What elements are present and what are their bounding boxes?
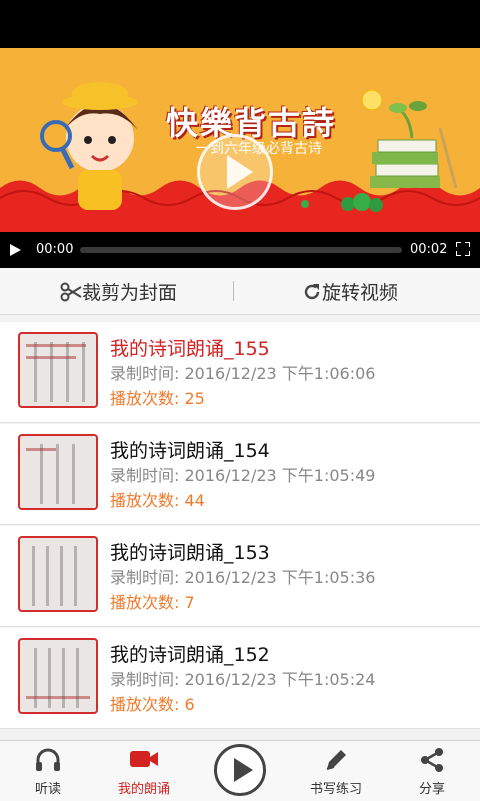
current-time: 00:00	[36, 242, 74, 257]
divider	[233, 281, 234, 301]
share-icon	[421, 748, 443, 772]
nav-my-recital-label: 我的朗诵	[117, 782, 170, 797]
recording-title: 我的诗词朗诵_154	[110, 440, 270, 462]
recording-time: 录制时间: 2016/12/23 下午1:05:24	[110, 670, 376, 689]
nav-writing-label: 书写练习	[309, 782, 362, 797]
nav-listen-label: 听读	[34, 782, 61, 797]
pencil-icon	[326, 750, 346, 770]
nav-share-label: 分享	[418, 782, 445, 797]
crop-cover-label: 裁剪为封面	[82, 282, 178, 304]
rotate-icon	[304, 283, 320, 299]
play-count: 播放次数: 44	[110, 491, 205, 510]
video-controls: 00:00 00:02	[0, 232, 480, 268]
list-item[interactable]: 我的诗词朗诵_154 录制时间: 2016/12/23 下午1:05:49 播放…	[0, 424, 480, 525]
recording-title: 我的诗词朗诵_153	[110, 542, 270, 564]
rotate-video-button[interactable]: 旋转视频	[302, 278, 398, 305]
recording-thumbnail	[18, 536, 98, 612]
recording-thumbnail	[18, 638, 98, 714]
play-count: 播放次数: 25	[110, 389, 205, 408]
recording-title: 我的诗词朗诵_155	[110, 338, 270, 360]
list-item[interactable]: 我的诗词朗诵_155 录制时间: 2016/12/23 下午1:06:06 播放…	[0, 322, 480, 423]
video-action-bar: 裁剪为封面 旋转视频	[0, 268, 480, 315]
recording-time: 录制时间: 2016/12/23 下午1:06:06	[110, 364, 376, 383]
recording-title: 我的诗词朗诵_152	[110, 644, 270, 666]
nav-share[interactable]: 分享	[384, 741, 480, 801]
play-count: 播放次数: 6	[110, 695, 195, 714]
headphones-icon	[36, 748, 60, 771]
nav-listen[interactable]: 听读	[0, 741, 96, 801]
nav-writing[interactable]: 书写练习	[288, 741, 384, 801]
recording-time: 录制时间: 2016/12/23 下午1:05:36	[110, 568, 376, 587]
crop-cover-button[interactable]: 裁剪为封面	[60, 278, 177, 305]
recording-thumbnail	[18, 332, 98, 408]
recording-time: 录制时间: 2016/12/23 下午1:05:49	[110, 466, 376, 485]
play-icon[interactable]	[10, 244, 21, 256]
recording-thumbnail	[18, 434, 98, 510]
fullscreen-icon[interactable]	[456, 242, 470, 256]
video-player-frame[interactable]: 快樂背古詩 一到六年级必背古诗	[0, 48, 480, 232]
list-item[interactable]: 我的诗词朗诵_153 录制时间: 2016/12/23 下午1:05:36 播放…	[0, 526, 480, 627]
play-count: 播放次数: 7	[110, 593, 195, 612]
status-bar	[0, 0, 480, 48]
video-camera-icon	[130, 751, 158, 767]
list-item[interactable]: 我的诗词朗诵_152 录制时间: 2016/12/23 下午1:05:24 播放…	[0, 628, 480, 729]
record-play-button[interactable]	[214, 744, 266, 796]
video-play-icon[interactable]	[197, 134, 273, 210]
rotate-video-label: 旋转视频	[322, 282, 399, 304]
seek-bar[interactable]	[80, 247, 402, 253]
total-time: 00:02	[410, 242, 448, 257]
nav-my-recital[interactable]: 我的朗诵	[96, 741, 192, 801]
scissors-icon	[60, 282, 82, 301]
